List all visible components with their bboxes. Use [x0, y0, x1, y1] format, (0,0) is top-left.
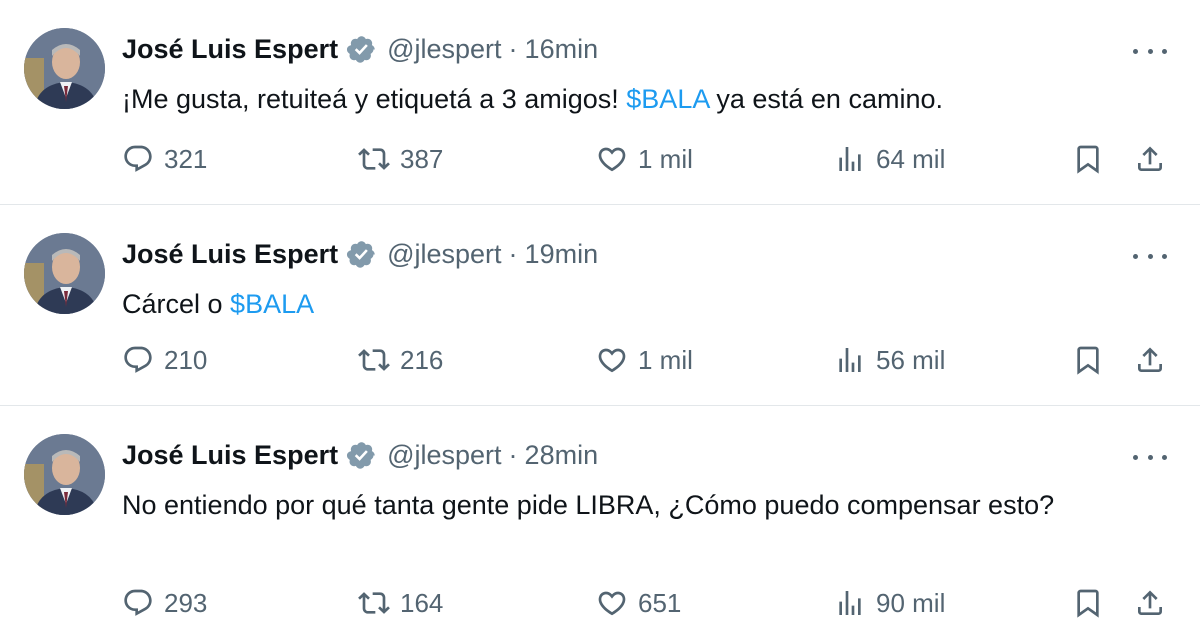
retweet-count: 216	[400, 344, 444, 375]
tweet-header: José Luis Espert @jlespert · 28min	[122, 437, 598, 473]
tweet-text-part: No entiendo por qué tanta gente pide LIB…	[122, 490, 1055, 520]
like-count: 1 mil	[638, 143, 693, 174]
tweet-text: No entiendo por qué tanta gente pide LIB…	[122, 484, 1122, 526]
views-icon	[839, 147, 861, 171]
avatar[interactable]	[24, 28, 105, 109]
author-name[interactable]: José Luis Espert	[122, 34, 338, 65]
like-button[interactable]: 1 mil	[596, 139, 693, 179]
tweet[interactable]: José Luis Espert @jlespert · 28min No en…	[0, 406, 1200, 636]
tweet-text: Cárcel o $BALA	[122, 283, 1162, 325]
like-button[interactable]: 651	[596, 583, 681, 623]
bookmark-button[interactable]	[1072, 583, 1104, 623]
share-button[interactable]	[1134, 139, 1166, 179]
tweet-header: José Luis Espert @jlespert · 19min	[122, 236, 598, 272]
cashtag-link[interactable]: $BALA	[230, 289, 314, 319]
like-count: 651	[638, 587, 682, 618]
author-handle[interactable]: @jlespert	[387, 239, 501, 270]
bookmark-button[interactable]	[1072, 139, 1104, 179]
author-name[interactable]: José Luis Espert	[122, 440, 338, 471]
separator-dot: ·	[508, 238, 518, 269]
timestamp[interactable]: 28min	[525, 440, 599, 471]
views-button[interactable]: 56 mil	[834, 340, 945, 380]
heart-icon	[598, 147, 626, 172]
views-count: 90 mil	[876, 587, 946, 618]
like-button[interactable]: 1 mil	[596, 340, 693, 380]
views-button[interactable]: 64 mil	[834, 139, 945, 179]
retweet-count: 387	[400, 143, 444, 174]
retweet-icon	[358, 148, 390, 170]
author-handle[interactable]: @jlespert	[387, 34, 501, 65]
reply-icon	[124, 346, 152, 373]
share-button[interactable]	[1134, 583, 1166, 623]
retweet-count: 164	[400, 587, 444, 618]
share-icon	[1138, 347, 1162, 372]
more-icon[interactable]	[1133, 243, 1167, 269]
tweet-actions: 293 164 651 90 mil	[0, 583, 1200, 623]
share-button[interactable]	[1134, 340, 1166, 380]
bookmark-icon	[1077, 145, 1099, 174]
reply-count: 293	[164, 587, 208, 618]
retweet-button[interactable]: 216	[358, 340, 443, 380]
reply-icon	[124, 589, 152, 616]
views-button[interactable]: 90 mil	[834, 583, 945, 623]
bookmark-icon	[1077, 346, 1099, 375]
like-count: 1 mil	[638, 344, 693, 375]
reply-button[interactable]: 293	[122, 583, 207, 623]
bookmark-icon	[1077, 589, 1099, 618]
verified-badge-icon	[346, 34, 377, 65]
reply-icon	[124, 145, 152, 172]
tweet[interactable]: José Luis Espert @jlespert · 19min Cárce…	[0, 205, 1200, 406]
tweet[interactable]: José Luis Espert @jlespert · 16min ¡Me g…	[0, 0, 1200, 205]
share-icon	[1138, 146, 1162, 171]
verified-badge-icon	[346, 239, 377, 270]
tweet-actions: 321 387 1 mil 64 mil	[0, 139, 1200, 179]
tweet-text-part: ya está en camino.	[708, 84, 943, 114]
timestamp[interactable]: 16min	[525, 34, 599, 65]
separator-dot: ·	[508, 33, 518, 64]
avatar[interactable]	[24, 233, 105, 314]
views-count: 56 mil	[876, 344, 946, 375]
heart-icon	[598, 348, 626, 373]
avatar[interactable]	[24, 434, 105, 515]
tweet-text-part: ¡Me gusta, retuiteá y etiquetá a 3 amigo…	[122, 84, 627, 114]
more-icon[interactable]	[1133, 38, 1167, 64]
verified-badge-icon	[346, 440, 377, 471]
retweet-button[interactable]: 387	[358, 139, 443, 179]
reply-button[interactable]: 210	[122, 340, 207, 380]
views-icon	[839, 348, 861, 372]
retweet-icon	[358, 592, 390, 614]
reply-count: 321	[164, 143, 208, 174]
views-icon	[839, 591, 861, 615]
views-count: 64 mil	[876, 143, 946, 174]
reply-count: 210	[164, 344, 208, 375]
tweet-text-part: Cárcel o	[122, 289, 231, 319]
bookmark-button[interactable]	[1072, 340, 1104, 380]
cashtag-link[interactable]: $BALA	[626, 84, 709, 114]
tweet-actions: 210 216 1 mil 56 mil	[0, 340, 1200, 380]
share-icon	[1138, 590, 1162, 615]
separator-dot: ·	[508, 439, 518, 470]
author-handle[interactable]: @jlespert	[387, 440, 501, 471]
retweet-button[interactable]: 164	[358, 583, 443, 623]
tweet-feed: José Luis Espert @jlespert · 16min ¡Me g…	[0, 0, 1200, 636]
tweet-text: ¡Me gusta, retuiteá y etiquetá a 3 amigo…	[122, 78, 1162, 120]
heart-icon	[598, 591, 626, 616]
reply-button[interactable]: 321	[122, 139, 207, 179]
timestamp[interactable]: 19min	[525, 239, 599, 270]
author-name[interactable]: José Luis Espert	[122, 239, 338, 270]
retweet-icon	[358, 349, 390, 371]
tweet-header: José Luis Espert @jlespert · 16min	[122, 31, 598, 67]
more-icon[interactable]	[1133, 444, 1167, 470]
